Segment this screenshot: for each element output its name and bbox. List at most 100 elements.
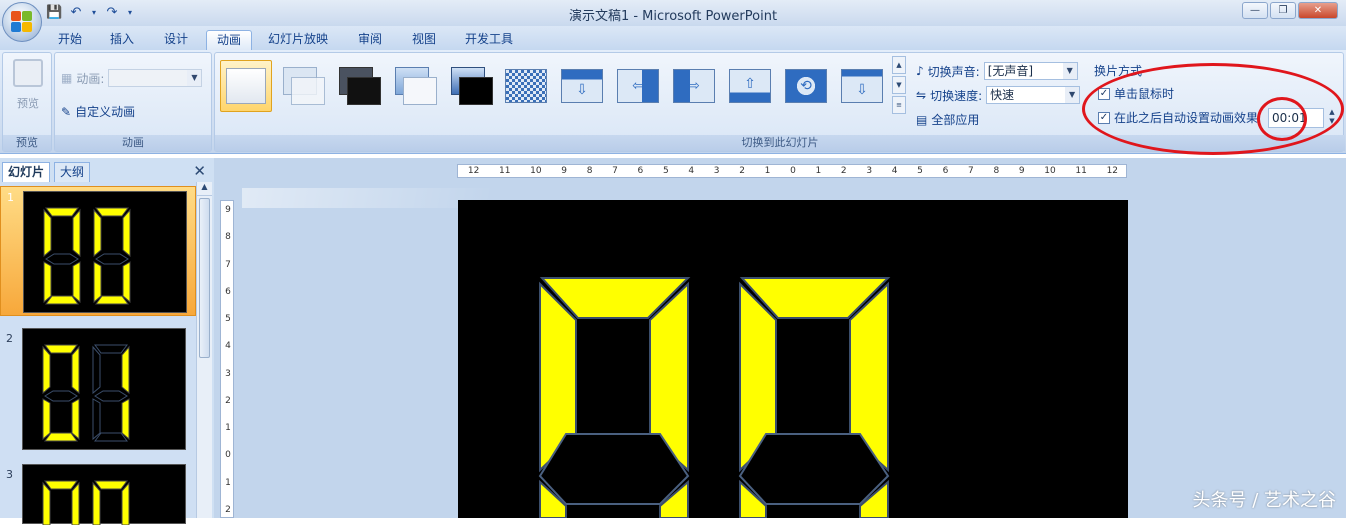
slide-thumbnail xyxy=(22,328,186,450)
vertical-ruler: 9 8 7 6 5 4 3 2 1 0 1 2 xyxy=(220,200,234,518)
ruler-label: 12 xyxy=(1106,166,1119,176)
slide-item-2[interactable]: 2 xyxy=(0,328,196,452)
ruler-label: 1 xyxy=(225,423,231,434)
sound-icon: ♪ xyxy=(916,64,924,78)
ruler-label: 8 xyxy=(586,166,593,176)
preview-group-label: 预览 xyxy=(3,135,51,151)
tab-animations[interactable]: 动画 xyxy=(206,30,252,50)
horizontal-ruler: 12 11 10 9 8 7 6 5 4 3 2 1 0 1 2 3 4 5 6 7 8 9 10 11 12 xyxy=(457,164,1127,178)
annotation-ellipse-small xyxy=(1257,97,1307,141)
tab-design[interactable]: 设计 xyxy=(154,30,198,50)
apply-all-label: 全部应用 xyxy=(931,113,980,127)
slide-number: 1 xyxy=(7,191,14,204)
minimize-button[interactable]: — xyxy=(1242,2,1268,19)
ruler-label: 6 xyxy=(942,166,949,176)
ruler-label: 0 xyxy=(790,166,796,176)
transition-dissolve[interactable] xyxy=(500,60,552,112)
ruler-label: 3 xyxy=(866,166,873,176)
transition-wipe-up[interactable]: ⇧ xyxy=(724,60,776,112)
ruler-label: 2 xyxy=(225,504,231,515)
transition-speed-row: ⇋ 切换速度: 快速 ▼ xyxy=(916,86,1081,104)
ruler-label: 10 xyxy=(530,166,542,176)
office-button[interactable] xyxy=(2,2,42,42)
transition-wipe-down[interactable]: ⇩ xyxy=(556,60,608,112)
transition-wipe-right[interactable]: ⇨ xyxy=(668,60,720,112)
tab-slideshow[interactable]: 幻灯片放映 xyxy=(262,30,334,50)
slide-thumbnail xyxy=(22,464,186,526)
tab-slides[interactable]: 幻灯片 xyxy=(2,162,51,182)
gallery-scroll-down-icon[interactable]: ▼ xyxy=(892,76,906,94)
ruler-label: 3 xyxy=(713,166,720,176)
custom-animation-button[interactable]: ✎ 自定义动画 xyxy=(61,103,135,120)
preview-button[interactable]: 预览 xyxy=(9,59,47,119)
close-button[interactable]: ✕ xyxy=(1298,2,1338,19)
transition-fade-smoothly[interactable] xyxy=(276,60,328,112)
preview-group: 预览 预览 xyxy=(2,52,52,152)
animation-combo[interactable]: ▼ xyxy=(108,69,203,87)
ruler-label: 10 xyxy=(1044,166,1056,176)
transition-sound-combo[interactable]: [无声音] ▼ xyxy=(983,62,1078,80)
custom-animation-icon: ✎ xyxy=(61,104,72,119)
ruler-label: 5 xyxy=(662,166,669,176)
preview-icon xyxy=(13,59,43,87)
ruler-label: 6 xyxy=(637,166,644,176)
ruler-label: 8 xyxy=(225,232,231,243)
apply-all-button[interactable]: ▤ 全部应用 xyxy=(916,111,979,128)
ruler-label: 4 xyxy=(891,166,898,176)
ruler-label: 9 xyxy=(1018,166,1025,176)
animation-icon: ▦ xyxy=(61,71,73,85)
transition-shape-circle[interactable]: ⟲ xyxy=(780,60,832,112)
transition-cover-down[interactable]: ⇩ xyxy=(836,60,888,112)
tab-developer[interactable]: 开发工具 xyxy=(456,30,522,50)
tab-view[interactable]: 视图 xyxy=(402,30,446,50)
scroll-up-icon[interactable]: ▲ xyxy=(197,182,212,196)
transition-none[interactable] xyxy=(220,60,272,112)
apply-all-icon: ▤ xyxy=(916,112,928,127)
transition-sound-label: 切换声音: xyxy=(927,64,980,79)
thumb-digits xyxy=(42,344,130,442)
close-panel-icon[interactable]: ✕ xyxy=(193,162,206,180)
restore-button[interactable]: ❐ xyxy=(1270,2,1296,19)
watermark: 头条号 / 艺术之谷 xyxy=(1192,490,1336,511)
tab-insert[interactable]: 插入 xyxy=(102,30,142,50)
ruler-label: 2 xyxy=(225,395,231,406)
chevron-down-icon: ▼ xyxy=(1065,87,1080,103)
transition-wipe-left[interactable]: ⇦ xyxy=(612,60,664,112)
office-logo-icon xyxy=(11,11,33,33)
panel-scrollbar[interactable]: ▲ xyxy=(196,182,212,518)
ruler-label: 12 xyxy=(467,166,480,176)
ruler-label: 7 xyxy=(225,259,231,270)
tab-outline[interactable]: 大纲 xyxy=(54,162,91,182)
transition-cut[interactable] xyxy=(388,60,440,112)
animation-group-label: 动画 xyxy=(55,135,211,151)
digit-left xyxy=(538,277,691,519)
ruler-label: 2 xyxy=(739,166,745,176)
animation-row: ▦ 动画: ▼ xyxy=(61,69,203,87)
transition-speed-combo[interactable]: 快速 ▼ xyxy=(986,86,1081,104)
scroll-thumb[interactable] xyxy=(199,198,210,358)
ruler-label: 11 xyxy=(498,166,511,176)
window-controls: — ❐ ✕ xyxy=(1242,2,1338,19)
gallery-more-icon[interactable]: ≡ xyxy=(892,96,906,114)
ruler-label: 5 xyxy=(917,166,923,176)
gallery-scroll-up-icon[interactable]: ▲ xyxy=(892,56,906,74)
slide-item-3[interactable]: 3 xyxy=(0,464,196,526)
ruler-label: 11 xyxy=(1075,166,1087,176)
digit-right xyxy=(738,277,891,519)
gallery-scroller: ▲ ▼ ≡ xyxy=(892,56,906,116)
transition-cut-black[interactable] xyxy=(444,60,496,112)
transition-fade-black[interactable] xyxy=(332,60,384,112)
slide-item-1[interactable]: 1 xyxy=(0,186,196,316)
slide-canvas[interactable] xyxy=(458,200,1128,519)
custom-animation-label: 自定义动画 xyxy=(75,105,136,119)
slide-thumbnail-list: 1 2 3 xyxy=(0,182,196,526)
tab-review[interactable]: 审阅 xyxy=(348,30,392,50)
ruler-label: 5 xyxy=(225,314,231,325)
thumb-digits xyxy=(43,207,131,305)
ruler-label: 8 xyxy=(993,166,1000,176)
thumb-digits xyxy=(42,480,130,526)
editor-gloss xyxy=(242,188,492,208)
seven-segment-digits xyxy=(538,277,891,519)
ruler-label: 3 xyxy=(225,368,231,379)
tab-home[interactable]: 开始 xyxy=(50,30,90,50)
